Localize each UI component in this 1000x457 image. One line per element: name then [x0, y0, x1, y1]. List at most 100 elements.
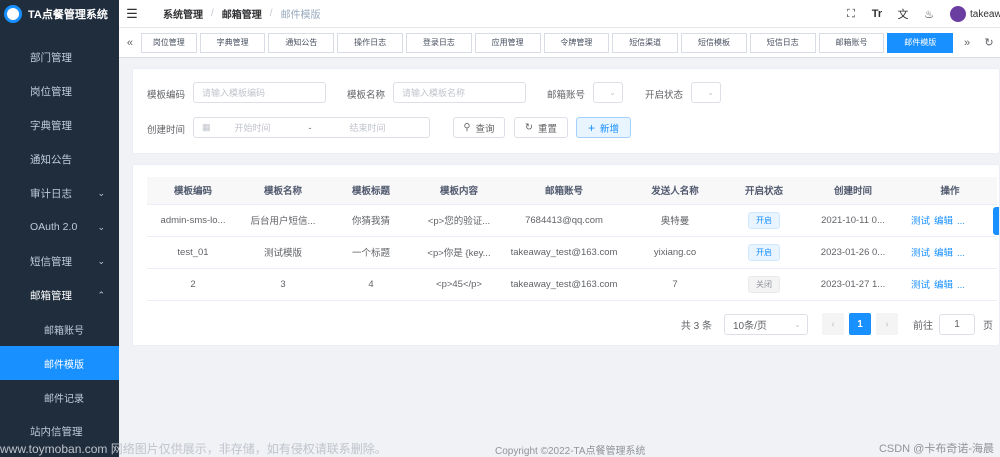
app-title: TA点餐管理系统 [28, 9, 108, 21]
breadcrumb-item[interactable]: 邮箱管理 [222, 6, 262, 21]
sidebar-item-oauth[interactable]: OAuth 2.0 ⌄ [0, 210, 119, 244]
copyright: Copyright ©2022-TA点餐管理系统 [495, 446, 646, 457]
account-select[interactable]: ⌄ [593, 82, 623, 103]
tag-token[interactable]: 令牌管理 [543, 32, 610, 53]
test-button[interactable]: 测试 [911, 248, 930, 259]
more-button[interactable]: ... [957, 280, 965, 291]
page-suffix: 页 [983, 320, 993, 332]
tags-scroll-right-icon[interactable]: » [956, 37, 978, 49]
credit: CSDN @卡布奇诺-海晨 [878, 443, 994, 455]
column-header: 开启状态 [725, 177, 803, 205]
tag-dict[interactable]: 字典管理 [199, 32, 266, 53]
tag-operate-log[interactable]: 操作日志 [337, 32, 404, 53]
prev-page-button[interactable]: ‹ [822, 313, 844, 335]
breadcrumb: 系统管理 / 邮箱管理 / 邮件模版 [163, 6, 321, 21]
edit-button[interactable]: 编辑 [934, 280, 953, 291]
table-row: test_01 测试模版 一个标题 <p>你是 {key... takeaway… [147, 236, 997, 269]
tags-scroll-left-icon[interactable]: « [119, 37, 141, 49]
table-card: 模板编码 模板名称 模板标题 模板内容 邮箱账号 发送人名称 开启状态 创建时间… [132, 164, 1000, 346]
template-table: 模板编码 模板名称 模板标题 模板内容 邮箱账号 发送人名称 开启状态 创建时间… [147, 177, 997, 301]
test-button[interactable]: 测试 [911, 280, 930, 291]
refresh-icon[interactable]: ↻ [978, 36, 1000, 49]
watermark: www.toymoban.com 网络图片仅供展示，非存储，如有侵权请联系删除。 [0, 442, 387, 456]
column-header: 模板编码 [147, 177, 239, 205]
pagination: 共 3 条 10条/页 ⌄ ‹ 1 › 前往 1 页 [681, 313, 999, 335]
query-button[interactable]: ⚲ 查询 [453, 117, 505, 138]
sidebar-menu: 部门管理 岗位管理 字典管理 通知公告 审计日志 ⌄ OAuth 2.0 ⌄ 短信管… [0, 40, 119, 448]
reset-button[interactable]: ↻ 重置 [514, 117, 568, 138]
chevron-down-icon: ⌄ [609, 88, 616, 97]
sidebar-subitem-mail-log[interactable]: 邮件记录 [0, 380, 119, 414]
edit-button[interactable]: 编辑 [934, 216, 953, 227]
sidebar-item-audit-log[interactable]: 审计日志 ⌄ [0, 176, 119, 210]
more-button[interactable]: ... [957, 248, 965, 259]
created-label: 创建时间 [147, 125, 186, 136]
tag-post[interactable]: 岗位管理 [140, 32, 197, 53]
refresh-icon: ↻ [525, 122, 533, 133]
goto-page-input[interactable]: 1 [939, 313, 975, 335]
logo-icon [4, 5, 22, 23]
sidebar: TA点餐管理系统 部门管理 岗位管理 字典管理 通知公告 审计日志 ⌄ OAuth… [0, 0, 119, 457]
sidebar-item-dict[interactable]: 字典管理 [0, 108, 119, 142]
username[interactable]: takeaw [970, 9, 1000, 20]
avatar[interactable] [950, 6, 966, 22]
code-input[interactable]: 请输入模板编码 [193, 82, 326, 103]
plus-icon: + [587, 120, 595, 135]
sidebar-item-post[interactable]: 岗位管理 [0, 74, 119, 108]
chevron-down-icon: ⌄ [97, 187, 105, 198]
chevron-down-icon: ⌄ [707, 88, 714, 97]
chevron-up-icon: ⌃ [97, 289, 105, 300]
test-button[interactable]: 测试 [911, 216, 930, 227]
page-size-select[interactable]: 10条/页 ⌄ [724, 313, 808, 335]
name-label: 模板名称 [347, 90, 386, 101]
tag-mail-template[interactable]: 邮件模版 [887, 32, 954, 53]
page-number-button[interactable]: 1 [849, 313, 871, 335]
pagination-total: 共 3 条 [680, 320, 712, 332]
search-icon: ⚲ [463, 122, 471, 133]
code-label: 模板编码 [147, 90, 186, 101]
column-header: 创建时间 [803, 177, 903, 205]
sidebar-item-mail[interactable]: 邮箱管理 ⌃ [0, 278, 119, 312]
table-row: admin-sms-lo... 后台用户短信... 你猜我猜 <p>您的验证..… [147, 204, 997, 237]
breadcrumb-item[interactable]: 系统管理 [163, 6, 203, 21]
sidebar-item-notice[interactable]: 通知公告 [0, 142, 119, 176]
tag-notice[interactable]: 通知公告 [268, 32, 335, 53]
tag-sms-template[interactable]: 短信模板 [681, 32, 747, 53]
column-header: 邮箱账号 [503, 177, 625, 205]
edit-button[interactable]: 编辑 [934, 248, 953, 259]
chevron-down-icon: ⌄ [794, 319, 801, 329]
tag-sms-channel[interactable]: 短信渠道 [612, 32, 679, 53]
navbar: ☰ 系统管理 / 邮箱管理 / 邮件模版 ⛶ Tr 文 ♨ takeaw [119, 0, 1000, 28]
sidebar-subitem-mail-account[interactable]: 邮箱账号 [0, 312, 119, 346]
tag-login-log[interactable]: 登录日志 [406, 32, 472, 53]
tag-sms-log[interactable]: 短信日志 [749, 32, 816, 53]
column-header: 模板内容 [415, 177, 503, 205]
fullscreen-icon[interactable]: ⛶ [838, 8, 864, 21]
hamburger-icon[interactable]: ☰ [119, 6, 145, 22]
sidebar-item-dept[interactable]: 部门管理 [0, 40, 119, 74]
bell-icon[interactable]: ♨ [916, 8, 942, 21]
name-input[interactable]: 请输入模板名称 [393, 82, 526, 103]
calendar-icon: ▦ [202, 122, 211, 132]
next-page-button[interactable]: › [876, 313, 898, 335]
chevron-down-icon: ⌄ [97, 255, 105, 266]
sidebar-item-sms[interactable]: 短信管理 ⌄ [0, 244, 119, 278]
status-select[interactable]: ⌄ [691, 82, 721, 103]
status-label: 开启状态 [645, 90, 684, 101]
sidebar-subitem-mail-template[interactable]: 邮件模版 [0, 346, 119, 380]
table-header-row: 模板编码 模板名称 模板标题 模板内容 邮箱账号 发送人名称 开启状态 创建时间… [147, 177, 997, 205]
fixed-column-scroll-handle[interactable] [993, 207, 999, 235]
font-size-icon[interactable]: Tr [864, 8, 890, 20]
search-form: 模板编码 请输入模板编码 模板名称 请输入模板名称 邮箱账号 ⌄ 开启状态 ⌄ … [132, 68, 1000, 154]
chevron-down-icon: ⌄ [97, 221, 105, 232]
language-icon[interactable]: 文 [890, 6, 916, 22]
add-button[interactable]: + 新增 [576, 117, 631, 138]
status-badge: 开启 [748, 243, 780, 261]
more-button[interactable]: ... [957, 216, 965, 227]
date-range-picker[interactable]: ▦ 开始时间 - 结束时间 [193, 117, 430, 138]
account-label: 邮箱账号 [547, 90, 586, 101]
tag-app[interactable]: 应用管理 [474, 32, 541, 53]
table-row: 2 3 4 <p>45</p> takeaway_test@163.com 7 … [147, 268, 997, 301]
tag-mail-account[interactable]: 邮箱账号 [818, 32, 885, 53]
goto-label: 前往 [913, 320, 933, 332]
